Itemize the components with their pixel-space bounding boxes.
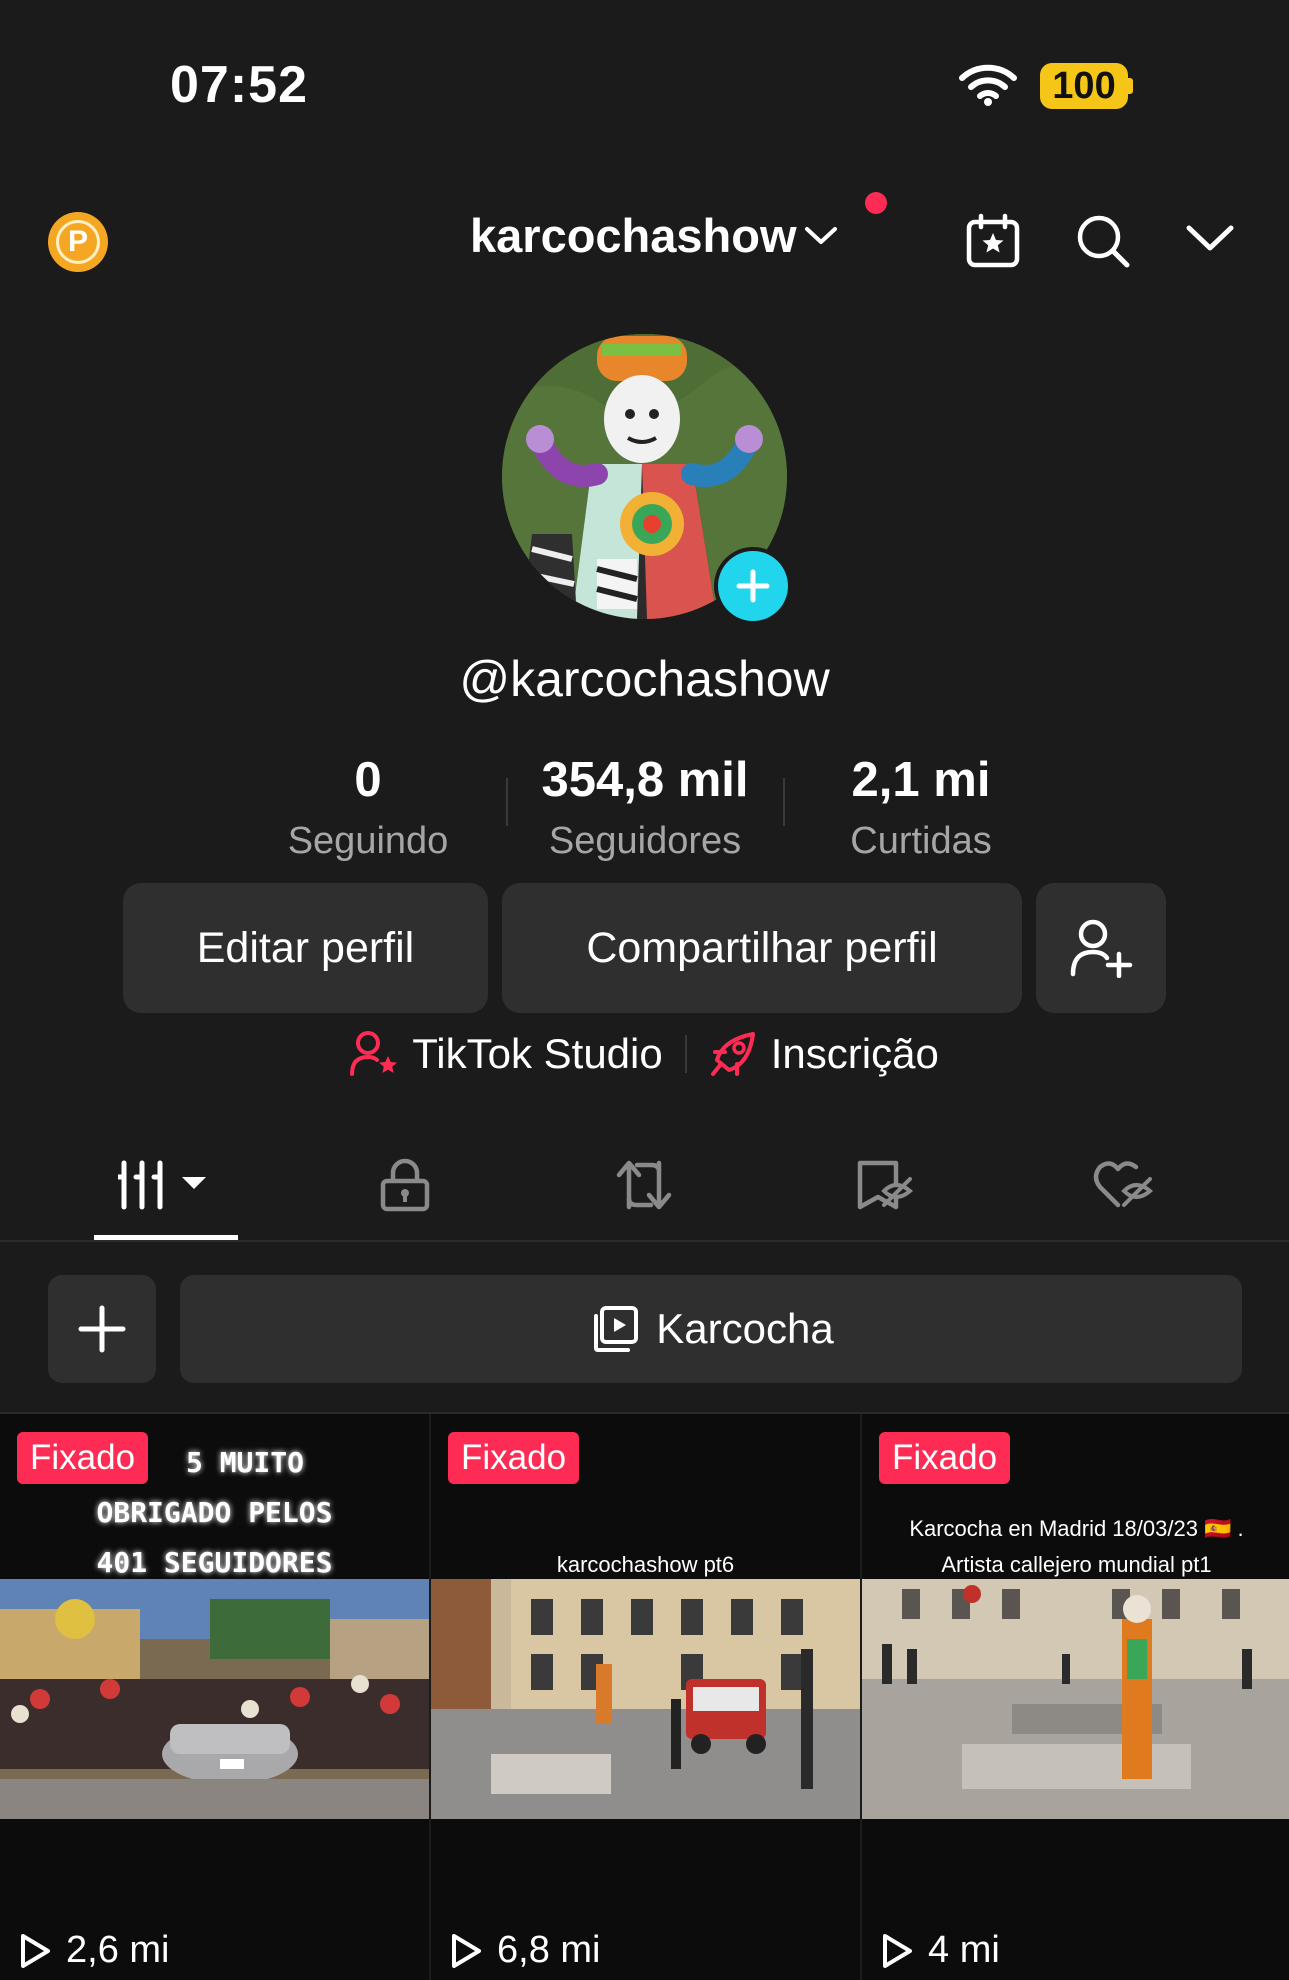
video-caption-line: Artista callejero mundial pt1 <box>941 1552 1212 1577</box>
video-thumbnail-image <box>0 1579 429 1819</box>
username-title: karcochashow <box>470 209 797 262</box>
link-divider <box>684 1035 687 1073</box>
battery-indicator: 100 <box>1040 63 1128 109</box>
stat-likes[interactable]: 2,1 mi Curtidas <box>791 752 1051 863</box>
video-thumbnail-image <box>431 1579 860 1819</box>
search-icon[interactable] <box>1075 213 1131 269</box>
video-thumbnail-image <box>862 1579 1289 1819</box>
stat-following-value: 0 <box>354 753 382 807</box>
chevron-down-icon <box>803 224 839 248</box>
add-friends-button[interactable] <box>1036 883 1166 1013</box>
tab-liked[interactable] <box>1008 1130 1238 1240</box>
status-time: 07:52 <box>170 56 308 114</box>
view-count-value: 2,6 mi <box>66 1929 170 1971</box>
account-switcher[interactable]: karcochashow <box>470 208 839 263</box>
coin-label: P <box>56 220 100 264</box>
playlist-icon <box>588 1304 640 1354</box>
coin-icon[interactable]: P <box>48 212 108 272</box>
tab-divider <box>0 1240 1289 1242</box>
stat-followers-label: Seguidores <box>548 820 742 862</box>
stat-following-label: Seguindo <box>287 820 449 862</box>
pinned-badge: Fixado <box>448 1432 580 1484</box>
lock-icon <box>379 1157 431 1213</box>
plus-icon <box>718 551 788 621</box>
play-icon <box>18 1932 52 1970</box>
plus-icon <box>77 1304 127 1354</box>
stat-divider <box>783 778 785 826</box>
video-thumbnail[interactable]: 5 MUITO OBRIGADO PELOS 401 SEGUIDORES Fi… <box>0 1414 429 1980</box>
creator-links: TikTok Studio Inscrição <box>0 1030 1289 1078</box>
add-playlist-button[interactable] <box>48 1275 156 1383</box>
pinned-badge: Fixado <box>17 1432 149 1484</box>
rocket-icon <box>709 1030 759 1078</box>
view-count-value: 6,8 mi <box>497 1929 601 1971</box>
stat-followers[interactable]: 354,8 mil Seguidores <box>515 752 775 863</box>
playlist-name: Karcocha <box>656 1305 834 1352</box>
edit-profile-button[interactable]: Editar perfil <box>123 883 488 1013</box>
wifi-icon <box>958 64 1018 106</box>
tab-reposts[interactable] <box>529 1130 759 1240</box>
video-caption: karcochashow pt6 <box>556 1552 735 1577</box>
chevron-down-menu-icon[interactable] <box>1185 222 1235 254</box>
video-thumbnail[interactable]: Karcocha en Madrid 18/03/23 🇪🇸 . Artista… <box>862 1414 1289 1980</box>
stat-following[interactable]: 0 Seguindo <box>238 752 498 863</box>
liked-hidden-icon <box>1092 1157 1154 1213</box>
tab-private[interactable] <box>290 1130 520 1240</box>
play-icon <box>880 1932 914 1970</box>
tiktok-studio-link[interactable]: TikTok Studio <box>350 1030 663 1078</box>
calendar-star-icon[interactable] <box>965 213 1021 269</box>
stat-likes-value: 2,1 mi <box>851 753 991 807</box>
subscription-link[interactable]: Inscrição <box>709 1030 939 1078</box>
add-avatar-button[interactable] <box>714 547 792 625</box>
videos-grid-icon <box>118 1157 214 1213</box>
notification-dot <box>865 192 887 214</box>
playlist-chip[interactable]: Karcocha <box>180 1275 1242 1383</box>
share-profile-button[interactable]: Compartilhar perfil <box>502 883 1022 1013</box>
stat-followers-value: 354,8 mil <box>541 753 749 807</box>
tab-videos[interactable] <box>51 1130 281 1240</box>
pinned-badge: Fixado <box>879 1432 1011 1484</box>
view-count: 2,6 mi <box>18 1929 169 1972</box>
play-icon <box>449 1932 483 1970</box>
battery-tip <box>1128 78 1133 94</box>
repost-icon <box>613 1157 675 1213</box>
view-count: 4 mi <box>880 1929 1000 1972</box>
tiktok-studio-label: TikTok Studio <box>412 1030 663 1077</box>
profile-handle: @karcochashow <box>459 651 830 707</box>
video-thumbnail[interactable]: karcochashow pt6 Fixado 6,8 mi <box>431 1414 860 1980</box>
add-user-icon <box>1069 918 1133 978</box>
stat-divider <box>506 778 508 826</box>
person-star-icon <box>350 1030 400 1078</box>
video-caption-line: Karcocha en Madrid 18/03/23 🇪🇸 . <box>909 1516 1244 1541</box>
tab-saved[interactable] <box>769 1130 999 1240</box>
saved-hidden-icon <box>854 1157 914 1213</box>
subscription-label: Inscrição <box>770 1030 939 1077</box>
view-count-value: 4 mi <box>928 1929 1000 1971</box>
view-count: 6,8 mi <box>449 1929 600 1972</box>
stat-likes-label: Curtidas <box>850 820 992 862</box>
video-caption-line: OBRIGADO PELOS <box>96 1496 333 1529</box>
